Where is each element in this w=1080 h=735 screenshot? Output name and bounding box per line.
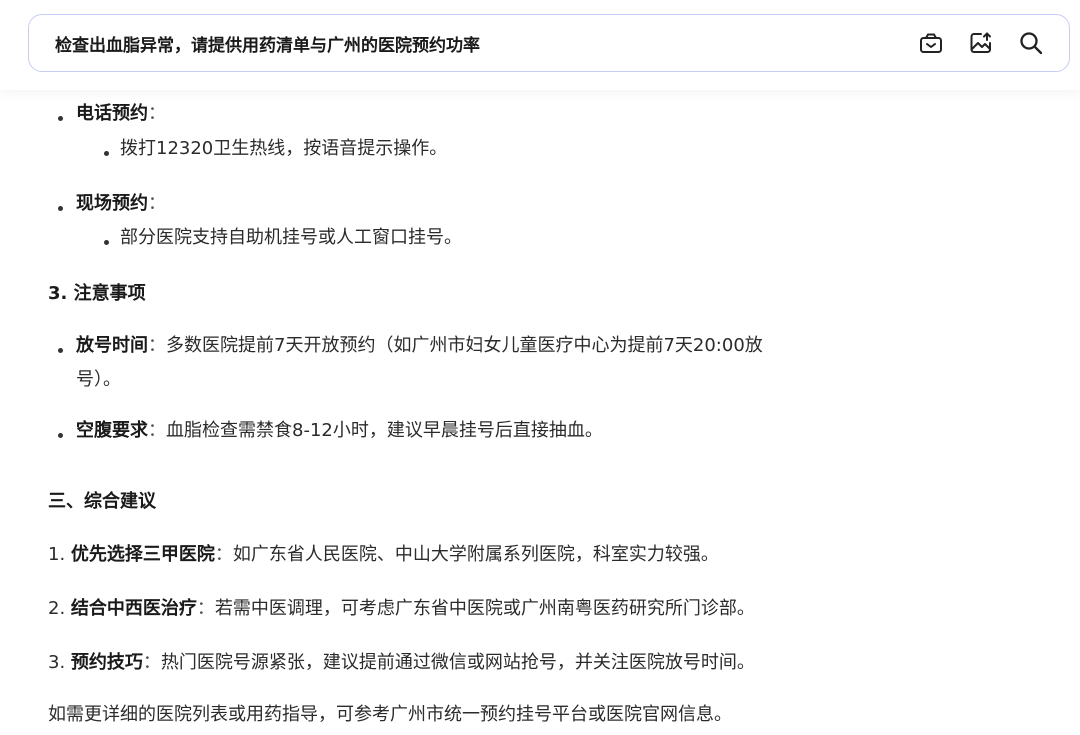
advice-number: 1.: [48, 544, 66, 565]
bullet-icon: [58, 433, 63, 438]
page: 检查出血脂异常，请提供用药清单与广州的医院预约功率 电话预约： 拨打12320卫…: [0, 0, 1080, 735]
phone-sep: ：: [148, 103, 166, 124]
onsite-detail: 部分医院支持自助机挂号或人工窗口挂号。: [120, 227, 462, 248]
fasting-detail: 血脂检查需禁食8-12小时，建议早晨挂号后直接抽血。: [166, 420, 603, 441]
bullet-icon: [104, 240, 109, 245]
advice-sep: ：: [214, 544, 233, 565]
fasting-sep: ：: [148, 420, 166, 441]
search-query[interactable]: 检查出血脂异常，请提供用药清单与广州的医院预约功率: [55, 31, 915, 56]
phone-title: 电话预约: [76, 103, 148, 124]
summary-heading: 三、综合建议: [48, 491, 156, 512]
release-detail: 多数医院提前7天开放预约（如广州市妇女儿童医疗中心为提前7天20:00放: [166, 335, 763, 356]
advice-number: 3.: [48, 652, 66, 673]
camera-icon[interactable]: [915, 27, 947, 59]
release-detail-cont: 号）。: [76, 369, 121, 390]
advice-detail: 如广东省人民医院、中山大学附属系列医院，科室实力较强。: [232, 544, 719, 565]
phone-detail: 拨打12320卫生热线，按语音提示操作。: [120, 138, 448, 159]
release-item: 放号时间：多数医院提前7天开放预约（如广州市妇女儿童医疗中心为提前7天20:00…: [76, 332, 763, 361]
advice-item: 3. 预约技巧：热门医院号源紧张，建议提前通过微信或网站抢号，并关注医院放号时间…: [48, 649, 755, 678]
fasting-item: 空腹要求：血脂检查需禁食8-12小时，建议早晨挂号后直接抽血。: [76, 417, 603, 446]
image-upload-icon[interactable]: [965, 27, 997, 59]
advice-title: 结合中西医治疗: [70, 598, 197, 619]
advice-sep: ：: [142, 652, 161, 673]
advice-sep: ：: [196, 598, 215, 619]
search-box[interactable]: 检查出血脂异常，请提供用药清单与广州的医院预约功率: [28, 14, 1070, 72]
advice-item: 1. 优先选择三甲医院：如广东省人民医院、中山大学附属系列医院，科室实力较强。: [48, 541, 719, 570]
release-title: 放号时间: [76, 335, 148, 356]
advice-detail: 若需中医调理，可考虑广东省中医院或广州南粤医药研究所门诊部。: [214, 598, 755, 619]
advice-item: 2. 结合中西医治疗：若需中医调理，可考虑广东省中医院或广州南粤医药研究所门诊部…: [48, 595, 755, 624]
notes-heading: 3. 注意事项: [48, 283, 146, 304]
search-icon[interactable]: [1015, 27, 1047, 59]
bullet-icon: [104, 151, 109, 156]
fasting-title: 空腹要求: [76, 420, 148, 441]
search-actions: [915, 27, 1047, 59]
onsite-sep: ：: [148, 193, 166, 214]
advice-number: 2.: [48, 598, 66, 619]
bullet-icon: [58, 348, 63, 353]
release-sep: ：: [148, 335, 166, 356]
phone-item: 电话预约：: [76, 100, 166, 129]
top-bar: 检查出血脂异常，请提供用药清单与广州的医院预约功率: [0, 0, 1080, 90]
footer-note: 如需更详细的医院列表或用药指导，可参考广州市统一预约挂号平台或医院官网信息。: [48, 704, 732, 725]
bullet-icon: [58, 206, 63, 211]
onsite-item: 现场预约：: [76, 190, 166, 219]
advice-detail: 热门医院号源紧张，建议提前通过微信或网站抢号，并关注医院放号时间。: [160, 652, 755, 673]
advice-title: 优先选择三甲医院: [70, 544, 215, 565]
bullet-icon: [58, 116, 63, 121]
onsite-title: 现场预约: [76, 193, 148, 214]
advice-title: 预约技巧: [70, 652, 143, 673]
